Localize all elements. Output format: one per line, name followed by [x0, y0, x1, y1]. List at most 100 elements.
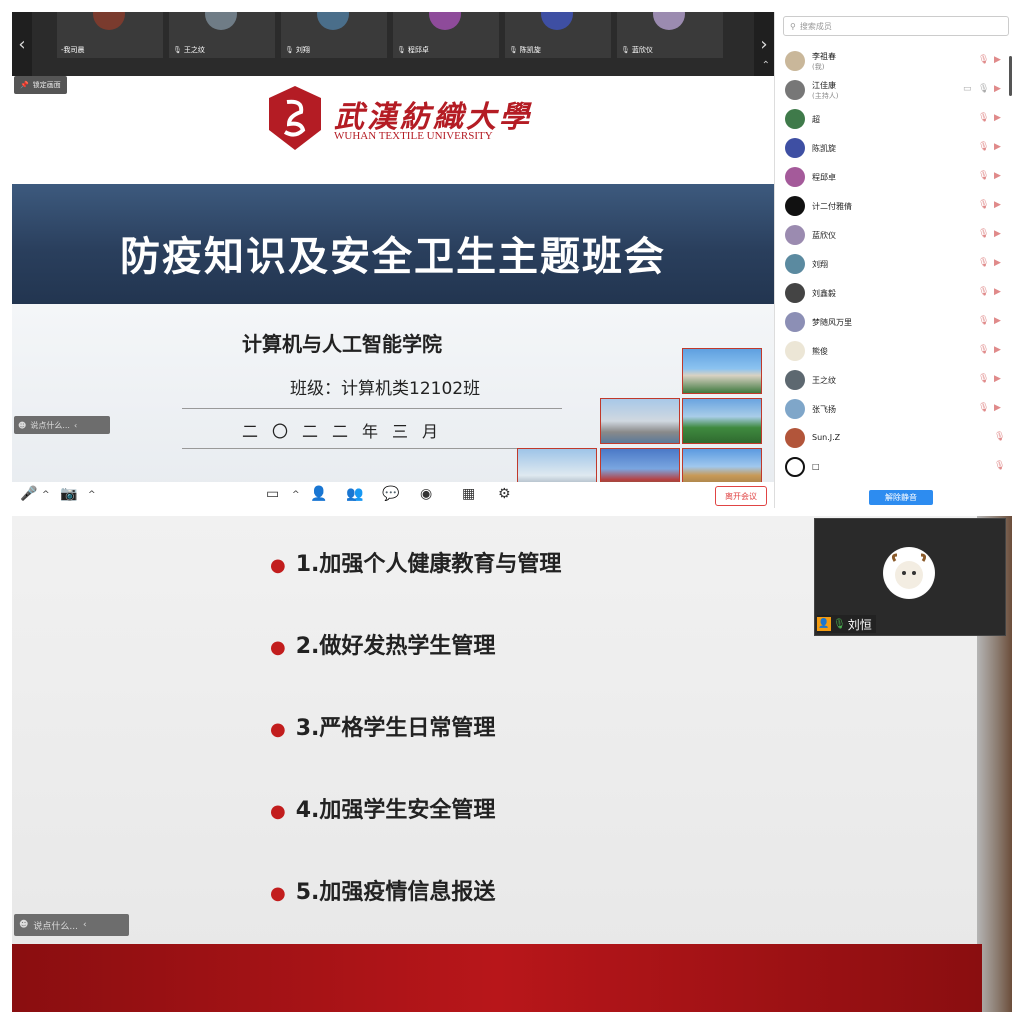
- gear-icon[interactable]: ⚙: [498, 486, 511, 502]
- participant-row[interactable]: Sun.J.Z 🎙: [775, 424, 1012, 453]
- participant-row[interactable]: □ 🎙: [775, 453, 1012, 482]
- video-tile[interactable]: -我司晨: [57, 12, 163, 58]
- avatar: [785, 370, 805, 390]
- chat-input[interactable]: ☻ 说点什么... ‹: [14, 416, 110, 434]
- mic-muted-icon[interactable]: 🎙: [978, 55, 989, 65]
- camera-off-icon[interactable]: ▶: [994, 229, 1001, 239]
- camera-off-icon[interactable]: ▶: [994, 55, 1001, 65]
- avatar: [541, 12, 573, 30]
- camera-off-icon[interactable]: ▶: [994, 171, 1001, 181]
- pin-icon: 📌: [20, 81, 29, 89]
- strip-prev-button[interactable]: ‹: [12, 12, 32, 76]
- participant-row[interactable]: 张飞扬 🎙 ▶: [775, 395, 1012, 424]
- avatar: [883, 547, 935, 599]
- participant-row[interactable]: 蓝欣仪 🎙 ▶: [775, 221, 1012, 250]
- record-icon[interactable]: ◉: [420, 486, 432, 502]
- shared-slide-title: 武漢紡織大學 WUHAN TEXTILE UNIVERSITY 防疫知识及安全卫…: [12, 76, 774, 494]
- participant-row[interactable]: 程邱卓 🎙 ▶: [775, 163, 1012, 192]
- camera-off-icon[interactable]: ▶: [994, 316, 1001, 326]
- chat-input[interactable]: ☻ 说点什么... ‹: [14, 914, 129, 936]
- list-item: ● 2.做好发热学生管理: [270, 628, 495, 660]
- mic-muted-icon[interactable]: 🎙: [978, 142, 989, 152]
- mic-muted-icon[interactable]: 🎙: [978, 374, 989, 384]
- participant-row[interactable]: 王之纹 🎙 ▶: [775, 366, 1012, 395]
- lock-screen-button[interactable]: 📌 锁定画面: [14, 76, 67, 94]
- mic-muted-icon[interactable]: 🎙: [978, 345, 989, 355]
- chat-icon[interactable]: 💬: [382, 486, 399, 502]
- participant-row[interactable]: 超 🎙 ▶: [775, 105, 1012, 134]
- participant-name: 王之纹: [812, 376, 836, 385]
- participant-row[interactable]: 刘鑫毅 🎙 ▶: [775, 279, 1012, 308]
- participant-row[interactable]: 计二付雅倩 🎙 ▶: [775, 192, 1012, 221]
- chevron-left-icon[interactable]: ‹: [83, 920, 87, 930]
- avatar: [653, 12, 685, 30]
- participant-row[interactable]: 李祖春 (我) 🎙 ▶: [775, 47, 1012, 76]
- camera-off-icon[interactable]: ▶: [994, 142, 1001, 152]
- tile-name: 王之纹: [183, 46, 205, 54]
- invite-icon[interactable]: 👤: [310, 486, 327, 502]
- participants-panel: ⚲ 搜索成员 李祖春 (我) 🎙 ▶ 江佳康 (主持人) ▭ 🎙 ▶ 超 🎙 ▶: [774, 12, 1012, 508]
- camera-off-icon[interactable]: ▶: [994, 287, 1001, 297]
- mic-muted-icon[interactable]: 🎙: [978, 200, 989, 210]
- chevron-up-icon[interactable]: ^: [88, 490, 96, 500]
- mic-muted-icon[interactable]: 🎤: [20, 486, 37, 502]
- participant-row[interactable]: 熊俊 🎙 ▶: [775, 337, 1012, 366]
- item-text: 3.严格学生日常管理: [295, 716, 496, 741]
- participant-row[interactable]: 江佳康 (主持人) ▭ 🎙 ▶: [775, 76, 1012, 105]
- mic-muted-icon[interactable]: 🎙: [978, 258, 989, 268]
- bullet-icon: ●: [270, 637, 286, 658]
- slide-title: 防疫知识及安全卫生主题班会: [120, 234, 666, 280]
- search-icon: ⚲: [790, 21, 796, 31]
- mic-icon: 🎙: [621, 46, 630, 54]
- speaker-video-window[interactable]: 👤 🎙 刘恒: [814, 518, 1006, 636]
- avatar: [785, 254, 805, 274]
- apps-icon[interactable]: ▦: [462, 486, 475, 502]
- camera-off-icon[interactable]: ▶: [994, 84, 1001, 94]
- camera-off-icon[interactable]: ▶: [994, 113, 1001, 123]
- video-tile[interactable]: 🎙 刘翔: [281, 12, 387, 58]
- chat-placeholder: 说点什么...: [33, 921, 78, 932]
- mic-icon: 🎙: [397, 46, 406, 54]
- video-tile[interactable]: 🎙 王之纹: [169, 12, 275, 58]
- camera-off-icon[interactable]: ▶: [994, 403, 1001, 413]
- mic-muted-icon[interactable]: 🎙: [994, 461, 1005, 471]
- chevron-up-icon[interactable]: ⌃: [762, 60, 770, 71]
- mic-muted-icon[interactable]: 🎙: [978, 287, 989, 297]
- unmute-all-button[interactable]: 解除静音: [869, 490, 933, 505]
- video-tile[interactable]: 🎙 陈凯旋: [505, 12, 611, 58]
- video-tile[interactable]: 🎙 蓝欣仪: [617, 12, 723, 58]
- members-icon[interactable]: 👥: [346, 486, 363, 502]
- mic-muted-icon[interactable]: 🎙: [994, 432, 1005, 442]
- participant-row[interactable]: 刘翔 🎙 ▶: [775, 250, 1012, 279]
- camera-off-icon[interactable]: ▶: [994, 200, 1001, 210]
- chevron-up-icon[interactable]: ^: [292, 490, 300, 500]
- tile-name: -我司晨: [61, 46, 85, 54]
- slide-footer-band: [12, 944, 982, 1012]
- participant-name: 陈凯旋: [812, 144, 836, 153]
- mic-icon[interactable]: 🎙: [978, 84, 989, 94]
- search-input[interactable]: ⚲ 搜索成员: [783, 16, 1009, 36]
- mic-muted-icon[interactable]: 🎙: [978, 113, 989, 123]
- chevron-up-icon[interactable]: ^: [42, 490, 50, 500]
- title-banner: 防疫知识及安全卫生主题班会: [12, 184, 774, 304]
- list-item: ● 4.加强学生安全管理: [270, 792, 495, 824]
- participant-row[interactable]: 梦随风万里 🎙 ▶: [775, 308, 1012, 337]
- avatar: [785, 312, 805, 332]
- camera-off-icon[interactable]: 📷: [60, 486, 77, 502]
- camera-off-icon[interactable]: ▶: [994, 374, 1001, 384]
- mic-muted-icon[interactable]: 🎙: [978, 403, 989, 413]
- mic-icon: 🎙: [173, 46, 182, 54]
- share-screen-icon[interactable]: ▭: [266, 486, 279, 502]
- mic-muted-icon[interactable]: 🎙: [978, 171, 989, 181]
- camera-off-icon[interactable]: ▶: [994, 345, 1001, 355]
- mic-icon: 🎙: [509, 46, 518, 54]
- camera-off-icon[interactable]: ▶: [994, 258, 1001, 268]
- participant-row[interactable]: 陈凯旋 🎙 ▶: [775, 134, 1012, 163]
- avatar: [785, 51, 805, 71]
- video-tile[interactable]: 🎙 程邱卓: [393, 12, 499, 58]
- chevron-left-icon[interactable]: ‹: [74, 421, 77, 430]
- mic-muted-icon[interactable]: 🎙: [978, 229, 989, 239]
- divider: [182, 408, 562, 409]
- leave-meeting-button[interactable]: 离开会议: [715, 486, 767, 506]
- mic-muted-icon[interactable]: 🎙: [978, 316, 989, 326]
